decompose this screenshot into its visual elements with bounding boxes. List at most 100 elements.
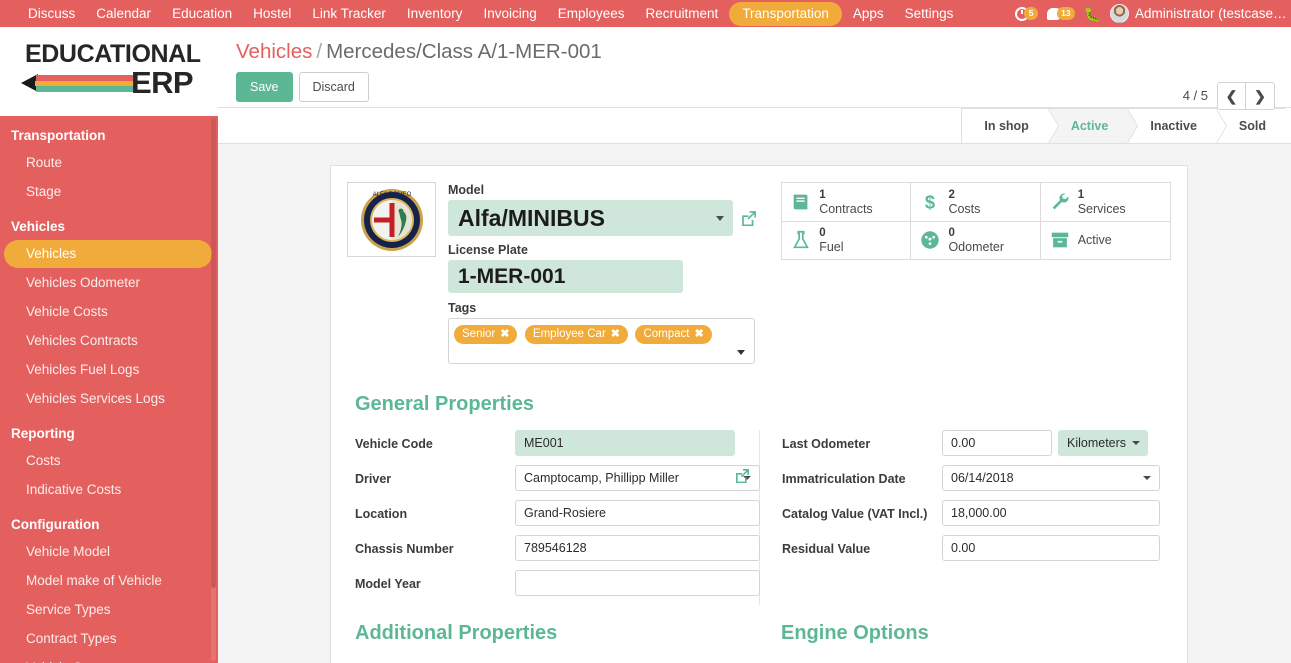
statusbar: In shop Active Inactive Sold — [961, 108, 1285, 143]
chevron-left-icon[interactable]: ❮ — [1217, 82, 1246, 110]
title-fields: Model Alfa/MINIBUS License Plate 1-MER-0… — [448, 182, 781, 364]
sidebar-item-indicative-costs[interactable]: Indicative Costs — [4, 476, 212, 504]
driver-external-link-icon[interactable] — [734, 468, 750, 484]
status-in-shop[interactable]: In shop — [961, 108, 1060, 143]
user-menu[interactable]: Administrator (testcase… — [1110, 4, 1285, 23]
sidebar-item-vehicles[interactable]: Vehicles — [4, 240, 212, 268]
top-bar-right: 5 13 🐛 Administrator (testcase… — [1015, 4, 1291, 23]
stat-count: 0 — [819, 227, 826, 240]
top-menu-item-link-tracker[interactable]: Link Tracker — [302, 2, 396, 26]
tag-remove-icon[interactable]: ✖ — [695, 327, 704, 342]
top-menu-item-recruitment[interactable]: Recruitment — [636, 2, 729, 26]
svg-text:$: $ — [925, 191, 935, 212]
top-menu-item-hostel[interactable]: Hostel — [243, 2, 301, 26]
tag-chip[interactable]: Compact ✖ — [635, 325, 712, 344]
chevron-down-icon[interactable] — [1143, 476, 1151, 480]
chassis-number-input[interactable]: 789546128 — [515, 535, 760, 561]
field-value-wrap: 06/14/2018 — [942, 465, 1171, 491]
field-value-wrap: ME001 — [515, 430, 759, 456]
top-menu-item-inventory[interactable]: Inventory — [397, 2, 473, 26]
field-label: Catalog Value (VAT Incl.) — [782, 507, 928, 521]
sidebar-group-reporting: Reporting — [11, 426, 75, 441]
chevron-down-icon[interactable] — [716, 216, 724, 221]
model-input[interactable]: Alfa/MINIBUS — [448, 200, 733, 236]
stat-button-services[interactable]: 1 Services — [1040, 183, 1170, 222]
sidebar-item-contract-types[interactable]: Contract Types — [4, 625, 212, 653]
bug-icon[interactable]: 🐛 — [1084, 7, 1101, 21]
vehicle-code-input[interactable]: ME001 — [515, 430, 735, 456]
model-year-input[interactable] — [515, 570, 760, 596]
stat-button-contracts[interactable]: 1 Contracts — [782, 183, 912, 222]
sidebar-item-service-types[interactable]: Service Types — [4, 596, 212, 624]
top-menu-item-education[interactable]: Education — [162, 2, 242, 26]
svg-text:ALFA ROMEO: ALFA ROMEO — [372, 192, 411, 198]
top-menu-item-invoicing[interactable]: Invoicing — [473, 2, 546, 26]
vehicle-image[interactable]: ALFA ROMEO — [347, 182, 436, 257]
sidebar-item-route[interactable]: Route — [4, 149, 212, 177]
top-menu-item-calendar[interactable]: Calendar — [86, 2, 161, 26]
tag-remove-icon[interactable]: ✖ — [500, 327, 509, 342]
top-menu-item-discuss[interactable]: Discuss — [18, 2, 85, 26]
top-menu-item-transportation[interactable]: Transportation — [729, 1, 842, 26]
stat-button-active[interactable]: Active — [1041, 222, 1170, 260]
tags-input[interactable]: Senior ✖ Employee Car ✖ Compact ✖ — [448, 318, 755, 364]
user-menu-label: Administrator (testcase… — [1135, 5, 1285, 21]
location-input[interactable]: Grand-Rosiere — [515, 500, 760, 526]
odometer-unit-select[interactable]: Kilometers — [1058, 430, 1149, 456]
stat-button-fuel[interactable]: 0 Fuel — [782, 221, 912, 259]
stat-button-costs[interactable]: $ 2 Costs — [911, 183, 1041, 222]
immatriculation-date-input[interactable]: 06/14/2018 — [942, 465, 1160, 491]
field-value-wrap: 18,000.00 — [942, 500, 1171, 526]
driver-select[interactable]: Camptocamp, Phillipp Miller — [515, 465, 760, 491]
archive-icon — [1051, 232, 1068, 248]
sidebar-item-vehicles-fuel-logs[interactable]: Vehicles Fuel Logs — [4, 356, 212, 384]
tag-remove-icon[interactable]: ✖ — [611, 327, 620, 342]
sidebar-item-vehicles-services-logs[interactable]: Vehicles Services Logs — [4, 385, 212, 413]
license-plate-input[interactable]: 1-MER-001 — [448, 260, 683, 293]
tag-chip[interactable]: Employee Car ✖ — [524, 325, 629, 344]
sidebar-item-vehicles-odometer[interactable]: Vehicles Odometer — [4, 269, 212, 297]
chevron-right-icon[interactable]: ❯ — [1246, 82, 1275, 110]
chevron-down-icon[interactable] — [737, 350, 745, 355]
status-active[interactable]: Active — [1047, 108, 1138, 143]
breadcrumb-root-link[interactable]: Vehicles — [236, 40, 312, 63]
model-external-link-icon[interactable] — [740, 210, 757, 227]
field-value-wrap: 789546128 — [515, 535, 760, 561]
top-menu-item-apps[interactable]: Apps — [843, 2, 894, 26]
tag-chip[interactable]: Senior ✖ — [454, 325, 518, 344]
stat-count: 2 — [948, 188, 955, 201]
stat-text: 0 Fuel — [819, 226, 843, 254]
sidebar-item-vehicle-model[interactable]: Vehicle Model — [4, 538, 212, 566]
residual-value-input[interactable]: 0.00 — [942, 535, 1160, 561]
field-label: Location — [355, 507, 408, 521]
sidebar-item-costs[interactable]: Costs — [4, 447, 212, 475]
stat-text: 0 Odometer — [948, 226, 1004, 254]
catalog-value-input[interactable]: 18,000.00 — [942, 500, 1160, 526]
sidebar-scrollbar-thumb[interactable] — [211, 118, 216, 588]
field-label: Residual Value — [782, 542, 871, 556]
chevron-down-icon[interactable] — [1132, 441, 1141, 445]
sidebar-item-model-make-of-vehicle[interactable]: Model make of Vehicle — [4, 567, 212, 595]
stat-text: 1 Services — [1078, 188, 1126, 216]
stat-button-odometer[interactable]: 0 Odometer — [911, 221, 1041, 259]
last-odometer-input[interactable]: 0.00 — [942, 430, 1052, 456]
form-sheet: ALFA ROMEO Model Alfa/MINIBUS License Pl… — [330, 165, 1188, 663]
sidebar-item-vehicle-costs[interactable]: Vehicle Costs — [4, 298, 212, 326]
sidebar-item-stage[interactable]: Stage — [4, 178, 212, 206]
save-button[interactable]: Save — [236, 72, 293, 102]
status-inactive[interactable]: Inactive — [1127, 108, 1227, 143]
stat-label: Costs — [948, 201, 981, 216]
pencil-icon — [21, 73, 133, 92]
field-value-wrap: 0.00 — [942, 535, 1171, 561]
messages-menu[interactable]: 13 — [1047, 7, 1075, 20]
top-menu-item-employees[interactable]: Employees — [548, 2, 635, 26]
top-navigation-bar: Discuss Calendar Education Hostel Link T… — [0, 0, 1291, 27]
top-menu-item-settings[interactable]: Settings — [895, 2, 964, 26]
sidebar-item-vehicles-contracts[interactable]: Vehicles Contracts — [4, 327, 212, 355]
activities-menu[interactable]: 5 — [1015, 6, 1039, 21]
discard-button[interactable]: Discard — [298, 72, 369, 102]
control-panel: Vehicles / Mercedes/Class A/1-MER-001 Save… — [218, 27, 1291, 110]
sidebar-item-vehicle-status[interactable]: Vehicle Status — [4, 654, 212, 663]
model-row: Alfa/MINIBUS — [448, 200, 781, 236]
brand-logo[interactable]: EDUCATIONAL ERP — [0, 27, 218, 116]
